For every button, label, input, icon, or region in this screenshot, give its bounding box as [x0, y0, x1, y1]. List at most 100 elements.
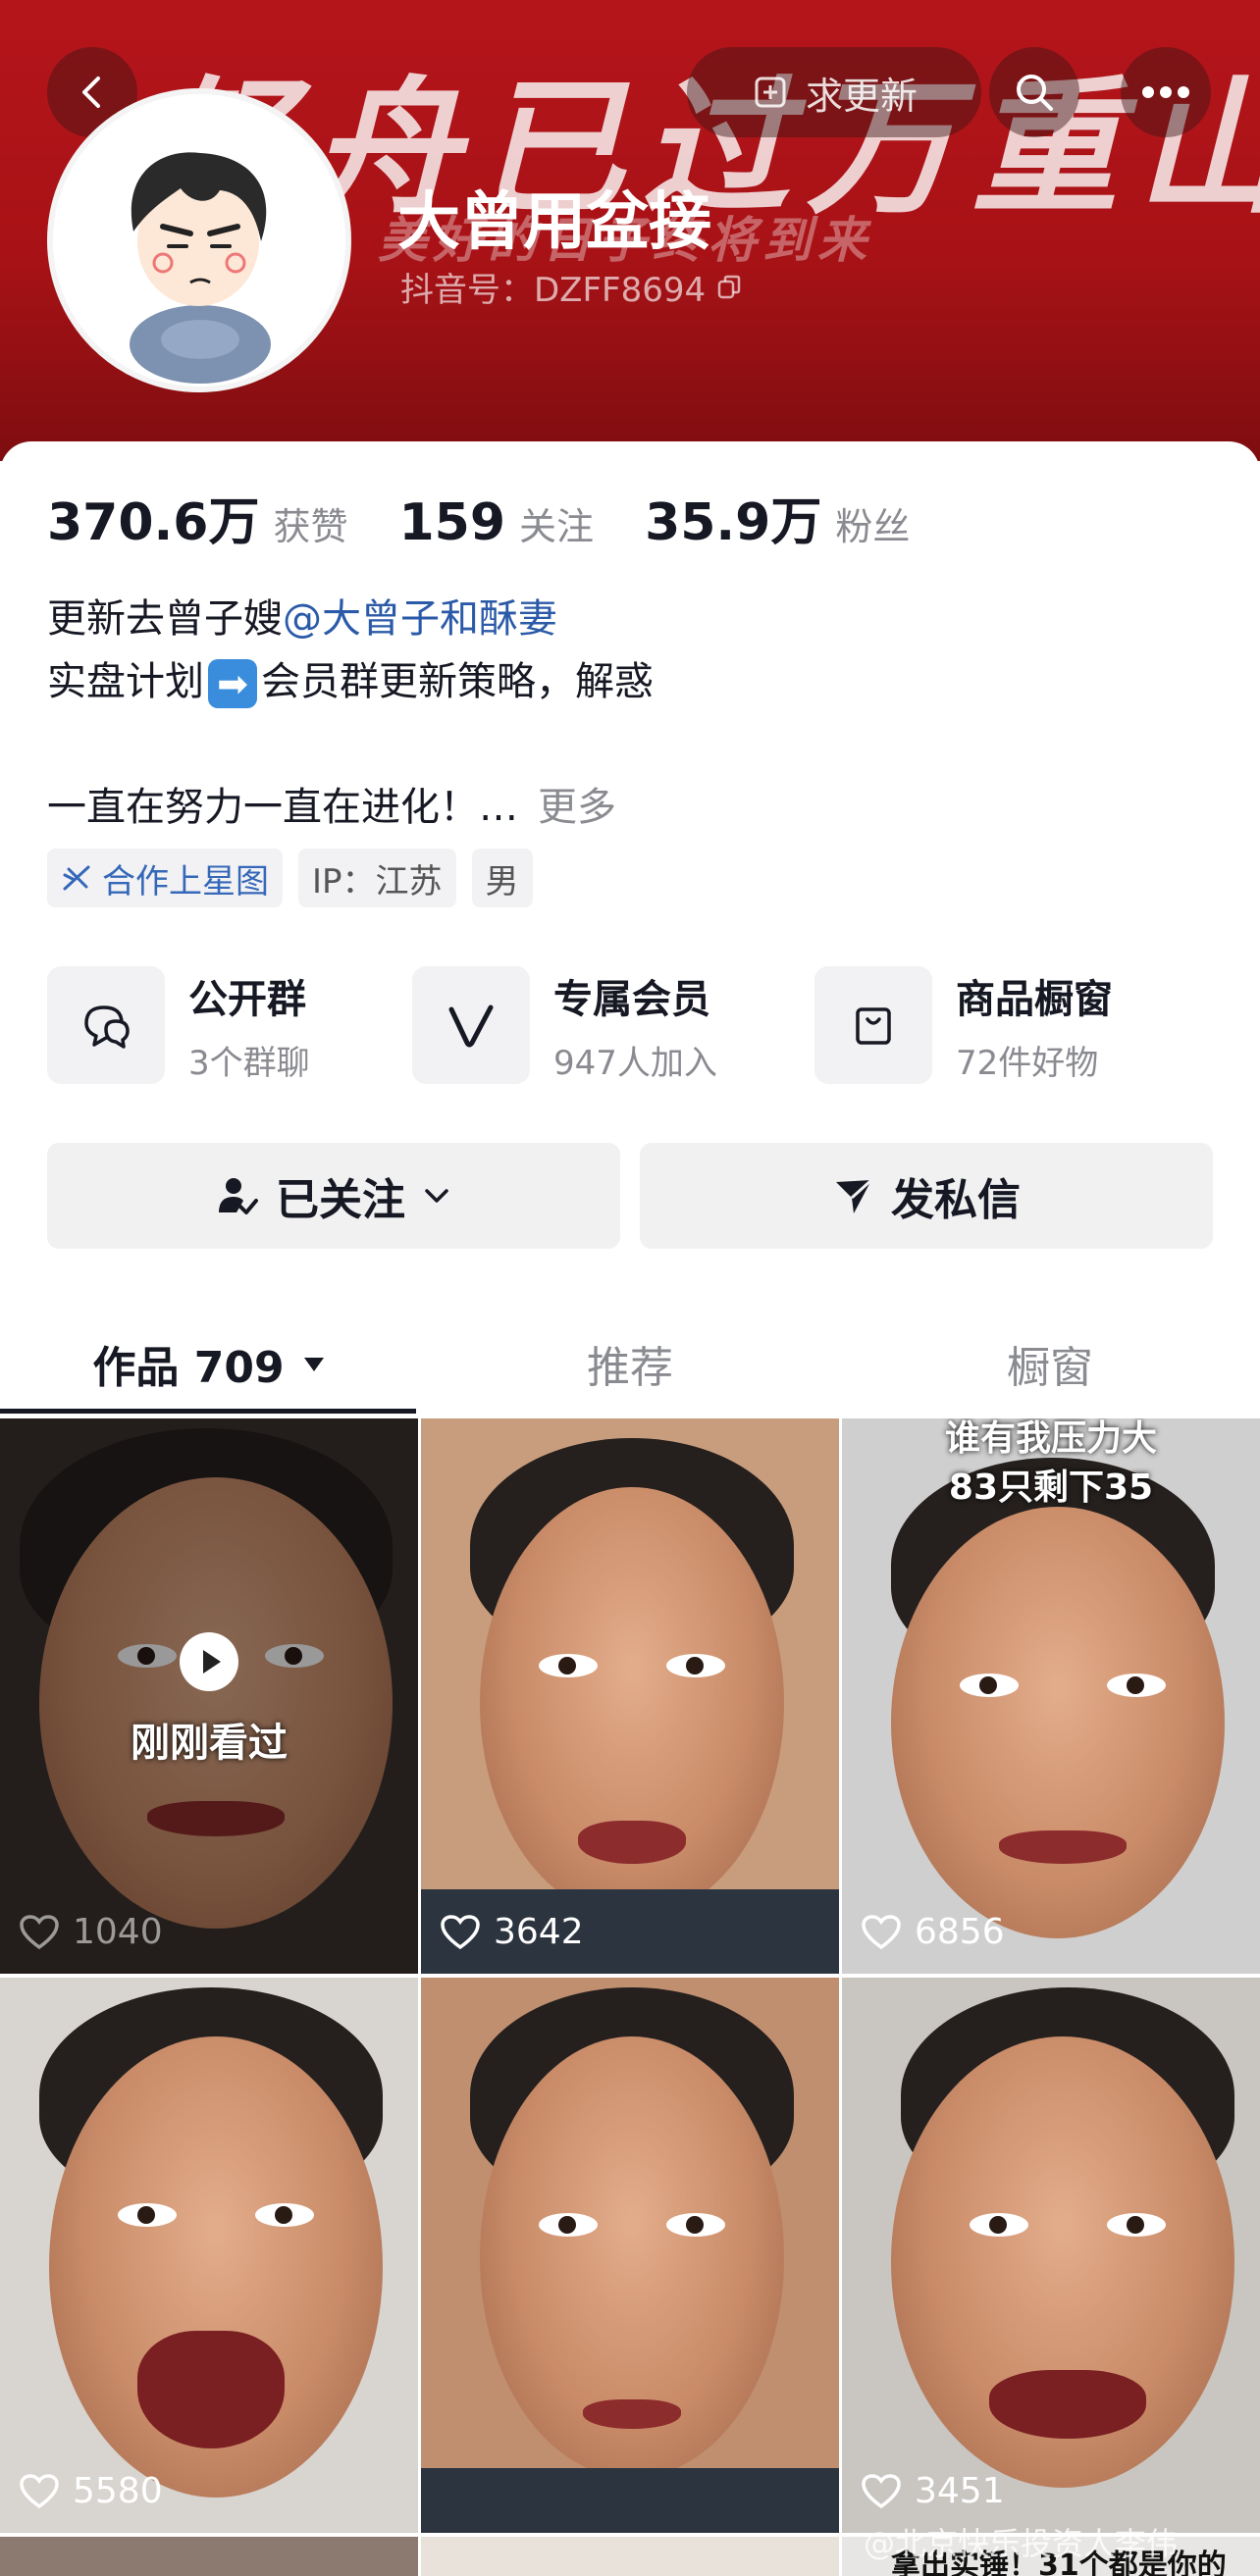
douyin-id[interactable]: 抖音号：DZFF8694: [400, 263, 743, 311]
weibo-watermark: @北京快乐投资人李伟: [864, 2525, 1179, 2562]
send-plane-icon: [836, 1178, 873, 1213]
request-update-label: 求更新: [805, 74, 918, 118]
video-likes: 5580: [20, 2471, 163, 2511]
heart-icon: [441, 1914, 480, 1949]
video-caption: 谁有我压力大 83只剩下35: [944, 1418, 1157, 1508]
search-icon: [1017, 75, 1053, 111]
chevron-down-icon: [425, 1189, 448, 1203]
active-tab-underline: [0, 1409, 416, 1414]
video-thumbnail-eye: [666, 1654, 725, 1677]
bio-line-2: 实盘计划 ➡ 会员群更新策略，解惑: [47, 649, 654, 708]
video-thumbnail-eye: [960, 1674, 1019, 1697]
video-likes-count: 5580: [73, 2471, 163, 2511]
video-thumbnail-eye: [1107, 2213, 1166, 2237]
followed-button[interactable]: 已关注: [47, 1143, 620, 1249]
public-group-sub: 3个群聊: [188, 1043, 310, 1083]
video-likes: 3642: [441, 1912, 584, 1952]
send-message-button[interactable]: 发私信: [640, 1143, 1213, 1249]
video-tile[interactable]: 谁有我压力大 83只剩下35 6856: [842, 1418, 1260, 1974]
video-likes-count: 3642: [494, 1912, 584, 1952]
heart-icon: [20, 2473, 59, 2508]
star-map-icon: [63, 865, 90, 891]
bio-line-3: 一直在努力一直在进化！… 更多: [47, 775, 616, 832]
watched-overlay: [0, 1418, 418, 1974]
video-thumbnail-mouth: [989, 2370, 1146, 2439]
douyin-id-text: 抖音号：DZFF8694: [400, 271, 707, 310]
gender-tag: 男: [471, 849, 533, 907]
video-thumbnail-face: [891, 1507, 1225, 1938]
profile-username: 大曾用盆接: [397, 186, 711, 259]
video-thumbnail-eye: [255, 2203, 314, 2227]
video-likes-count: 6856: [915, 1912, 1005, 1952]
profile-avatar[interactable]: [47, 88, 351, 392]
profile-stats: 370.6万 获赞 159 关注 35.9万 粉丝: [47, 481, 961, 554]
video-likes: 3451: [862, 2471, 1005, 2511]
right-arrow-icon: ➡: [208, 659, 257, 708]
chevron-left-icon: [82, 77, 100, 108]
following-count[interactable]: 159: [399, 493, 506, 552]
shop-window-entry[interactable]: 商品橱窗 72件好物: [814, 966, 1113, 1084]
user-check-icon: [219, 1178, 258, 1214]
video-likes-count: 3451: [915, 2471, 1005, 2511]
video-tile[interactable]: 3642: [421, 1418, 839, 1974]
tab-works[interactable]: 作品 709: [0, 1314, 420, 1413]
bio-mention-link[interactable]: @大曾子和酥妻: [283, 596, 557, 642]
star-map-label: 合作上星图: [102, 861, 269, 902]
video-likes-count: 1040: [73, 1912, 163, 1952]
play-icon: [180, 1632, 238, 1691]
video-thumbnail-eye: [539, 2213, 598, 2237]
tab-works-label: 作品 709: [92, 1343, 285, 1393]
caret-down-icon: [303, 1358, 324, 1371]
ip-location-tag: IP：江苏: [298, 849, 456, 907]
video-thumbnail-mouth: [578, 1821, 686, 1864]
profile-tabs: 作品 709 推荐 橱窗: [0, 1314, 1260, 1413]
video-thumbnail-eye: [970, 2213, 1028, 2237]
exclusive-member-sub: 947人加入: [553, 1043, 717, 1083]
video-tile[interactable]: 5580: [0, 1978, 418, 2533]
shop-window-sub: 72件好物: [956, 1043, 1099, 1083]
likes-count[interactable]: 370.6万: [47, 481, 259, 554]
video-thumbnail-eye: [539, 1654, 598, 1677]
exclusive-member-entry[interactable]: 专属会员 947人加入: [412, 966, 717, 1084]
shopping-bag-icon: [814, 966, 932, 1084]
video-likes: 6856: [862, 1912, 1005, 1952]
bio-line-3-text: 一直在努力一直在进化！…: [47, 785, 518, 830]
v-badge-icon: [412, 966, 530, 1084]
video-tile[interactable]: [421, 1978, 839, 2533]
video-thumbnail-mouth: [583, 2399, 681, 2429]
heart-icon: [862, 1914, 901, 1949]
video-likes: 1040: [20, 1912, 163, 1952]
send-message-label: 发私信: [891, 1175, 1021, 1225]
following-label: 关注: [519, 505, 595, 548]
video-tile[interactable]: [0, 2537, 418, 2576]
more-dots-icon: [1142, 86, 1189, 98]
video-tile[interactable]: 刚刚看过 1040: [0, 1418, 418, 1974]
search-button[interactable]: [989, 47, 1079, 137]
heart-icon: [862, 2473, 901, 2508]
likes-label: 获赞: [273, 505, 348, 548]
star-map-tag[interactable]: 合作上星图: [47, 849, 283, 907]
more-options-button[interactable]: [1121, 47, 1211, 137]
video-tile[interactable]: [421, 2537, 839, 2576]
exclusive-member-title: 专属会员: [553, 976, 710, 1022]
tab-recommend[interactable]: 推荐: [420, 1314, 840, 1413]
tab-shop-window[interactable]: 橱窗: [840, 1314, 1260, 1413]
cartoon-avatar-icon: [53, 94, 345, 386]
video-thumbnail-eye: [666, 2213, 725, 2237]
followed-label: 已关注: [276, 1175, 405, 1225]
video-tile[interactable]: 3451: [842, 1978, 1260, 2533]
bio-more-link[interactable]: 更多: [538, 785, 616, 830]
profile-tags: 合作上星图 IP：江苏 男: [47, 849, 533, 907]
public-group-title: 公开群: [188, 976, 306, 1022]
video-thumbnail-eye: [1107, 1674, 1166, 1697]
video-thumbnail-eye: [118, 2203, 177, 2227]
heart-icon: [20, 1914, 59, 1949]
copy-icon[interactable]: [715, 274, 743, 301]
request-update-button[interactable]: 求更新: [687, 47, 981, 137]
update-request-icon: [755, 77, 786, 108]
followers-count[interactable]: 35.9万: [645, 481, 821, 554]
video-thumbnail-shirt: [421, 2468, 839, 2533]
bio-line-1: 更新去曾子嫂@大曾子和酥妻: [47, 587, 557, 644]
public-group-entry[interactable]: 公开群 3个群聊: [47, 966, 310, 1084]
video-thumbnail-mouth: [999, 1830, 1127, 1864]
